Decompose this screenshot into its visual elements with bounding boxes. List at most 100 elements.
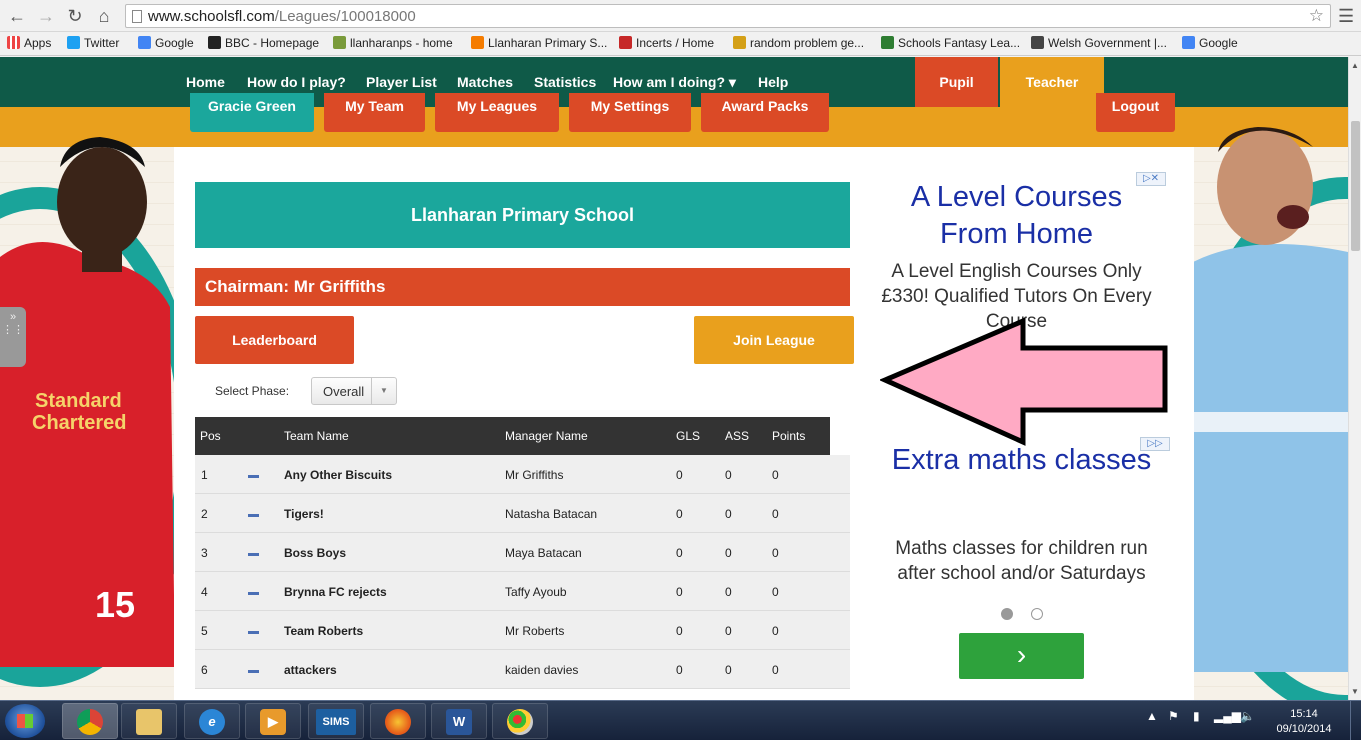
taskbar-explorer[interactable] [121, 703, 177, 739]
system-clock[interactable]: 15:14 09/10/2014 [1271, 707, 1337, 737]
tray-expand-icon[interactable]: ▲ [1146, 709, 1158, 723]
subtab-logout[interactable]: Logout [1096, 93, 1175, 132]
scroll-down-icon[interactable]: ▼ [1351, 687, 1359, 696]
google-icon [1182, 36, 1195, 49]
nav-how-am-i-doing[interactable]: How am I doing? ▾ [613, 74, 736, 91]
folder-icon [136, 709, 162, 735]
bookmark-bbc[interactable]: BBC - Homepage [208, 36, 319, 50]
cell-gls: 0 [676, 468, 683, 482]
nav-home[interactable]: Home [186, 74, 225, 90]
volume-icon[interactable]: 🔈 [1240, 709, 1255, 723]
cell-team[interactable]: Team Roberts [284, 624, 363, 638]
page-viewport: Standard Chartered 15 Home How do I play… [0, 57, 1348, 700]
scrollbar-thumb[interactable] [1351, 121, 1360, 251]
table-row[interactable]: 6 attackers kaiden davies 0 0 0 [195, 650, 850, 689]
cell-team[interactable]: Boss Boys [284, 546, 346, 560]
carousel-dot-active[interactable] [1001, 608, 1013, 620]
cell-points: 0 [772, 624, 779, 638]
bookmark-label: Google [1199, 36, 1238, 50]
league-table-header: Pos Team Name Manager Name GLS ASS Point… [195, 417, 830, 455]
scroll-up-icon[interactable]: ▲ [1351, 61, 1359, 70]
taskbar-media-player[interactable]: ▶ [245, 703, 301, 739]
taskbar-paint[interactable] [492, 703, 548, 739]
chairman-banner: Chairman: Mr Griffiths [195, 268, 850, 306]
forward-icon[interactable]: → [35, 5, 57, 27]
no-change-icon [248, 592, 259, 595]
show-desktop-button[interactable] [1350, 701, 1361, 740]
phase-select[interactable]: Overall ▼ [311, 377, 397, 405]
bookmark-random-problem[interactable]: random problem ge... [733, 36, 864, 50]
leaderboard-button[interactable]: Leaderboard [195, 316, 354, 364]
bookmark-llanharan-primary[interactable]: Llanharan Primary S... [471, 36, 607, 50]
bookmark-label: Twitter [84, 36, 120, 50]
home-icon[interactable]: ⌂ [93, 5, 115, 27]
subtab-my-settings[interactable]: My Settings [569, 93, 691, 132]
table-row[interactable]: 4 Brynna FC rejects Taffy Ayoub 0 0 0 [195, 572, 850, 611]
nav-how-do-i-play[interactable]: How do I play? [247, 74, 346, 90]
bookmarks-bar: Apps Twitter Google BBC - Homepage llanh… [0, 32, 1361, 56]
url-text: www.schoolsfl.com/Leagues/100018000 [148, 8, 416, 25]
taskbar-chrome[interactable] [62, 703, 118, 739]
subtab-my-team[interactable]: My Team [324, 93, 425, 132]
chevron-down-icon: ▼ [371, 378, 396, 404]
table-row[interactable]: 3 Boss Boys Maya Batacan 0 0 0 [195, 533, 850, 572]
teacher-tab[interactable]: Teacher [1000, 57, 1104, 107]
subtab-my-leagues[interactable]: My Leagues [435, 93, 559, 132]
cell-team[interactable]: Tigers! [284, 507, 324, 521]
bookmark-incerts[interactable]: Incerts / Home [619, 36, 714, 50]
bookmark-schools-fantasy[interactable]: Schools Fantasy Lea... [881, 36, 1020, 50]
cell-ass: 0 [725, 663, 732, 677]
cell-points: 0 [772, 546, 779, 560]
taskbar-internet-explorer[interactable]: e [184, 703, 240, 739]
cell-team[interactable]: attackers [284, 663, 337, 677]
bookmark-star-icon[interactable]: ☆ [1309, 6, 1324, 26]
bookmark-google[interactable]: Google [138, 36, 194, 50]
table-row[interactable]: 1 Any Other Biscuits Mr Griffiths 0 0 0 [195, 455, 850, 494]
page-scrollbar[interactable]: ▲ ▼ [1348, 57, 1361, 700]
league-table-body: 1 Any Other Biscuits Mr Griffiths 0 0 0 … [195, 455, 850, 689]
taskbar-sims[interactable]: SIMS [308, 703, 364, 739]
bookmark-apps[interactable]: Apps [7, 36, 51, 50]
action-center-icon[interactable]: ⚑ [1168, 709, 1179, 723]
chrome-menu-icon[interactable]: ☰ [1338, 6, 1354, 27]
side-panel-handle[interactable]: » ⋮⋮ [0, 307, 26, 367]
cell-team[interactable]: Any Other Biscuits [284, 468, 392, 482]
battery-icon[interactable]: ▮ [1193, 709, 1200, 723]
taskbar-firefox[interactable] [370, 703, 426, 739]
bookmark-welsh-government[interactable]: Welsh Government |... [1031, 36, 1167, 50]
nav-matches[interactable]: Matches [457, 74, 513, 90]
subtab-award-packs[interactable]: Award Packs [701, 93, 829, 132]
nav-player-list[interactable]: Player List [366, 74, 437, 90]
join-league-button[interactable]: Join League [694, 316, 854, 364]
bookmark-llanharanps[interactable]: llanharanps - home [333, 36, 453, 50]
bookmark-google-2[interactable]: Google [1182, 36, 1238, 50]
address-bar[interactable]: www.schoolsfl.com/Leagues/100018000 ☆ [125, 4, 1331, 28]
google-icon [138, 36, 151, 49]
back-icon[interactable]: ← [6, 5, 28, 27]
table-row[interactable]: 5 Team Roberts Mr Roberts 0 0 0 [195, 611, 850, 650]
bookmark-twitter[interactable]: Twitter [67, 36, 119, 50]
pupil-tab[interactable]: Pupil [915, 57, 998, 107]
ad-2-title[interactable]: Extra maths classes [890, 442, 1153, 479]
cell-manager: Maya Batacan [505, 546, 582, 560]
paint-palette-icon [507, 709, 533, 735]
ad-next-button[interactable]: › [959, 633, 1084, 679]
table-row[interactable]: 2 Tigers! Natasha Batacan 0 0 0 [195, 494, 850, 533]
cell-manager: Mr Griffiths [505, 468, 564, 482]
header-points: Points [772, 429, 806, 443]
nav-help[interactable]: Help [758, 74, 788, 90]
carousel-dot[interactable] [1031, 608, 1043, 620]
taskbar-word[interactable]: W [431, 703, 487, 739]
cell-ass: 0 [725, 546, 732, 560]
bookmark-label: Llanharan Primary S... [488, 36, 608, 50]
browser-toolbar: ← → ↻ ⌂ www.schoolsfl.com/Leagues/100018… [0, 0, 1361, 32]
nav-statistics[interactable]: Statistics [534, 74, 596, 90]
cell-team[interactable]: Brynna FC rejects [284, 585, 387, 599]
subtab-user[interactable]: Gracie Green [190, 93, 314, 132]
internet-explorer-icon: e [199, 709, 225, 735]
reload-icon[interactable]: ↻ [64, 5, 86, 27]
start-button[interactable] [5, 704, 45, 738]
ad-1-title[interactable]: A Level Courses From Home [880, 179, 1153, 253]
ad-2-body[interactable]: Maths classes for children run after sch… [875, 536, 1168, 586]
network-signal-icon[interactable]: ▂▄▆ [1214, 709, 1241, 723]
